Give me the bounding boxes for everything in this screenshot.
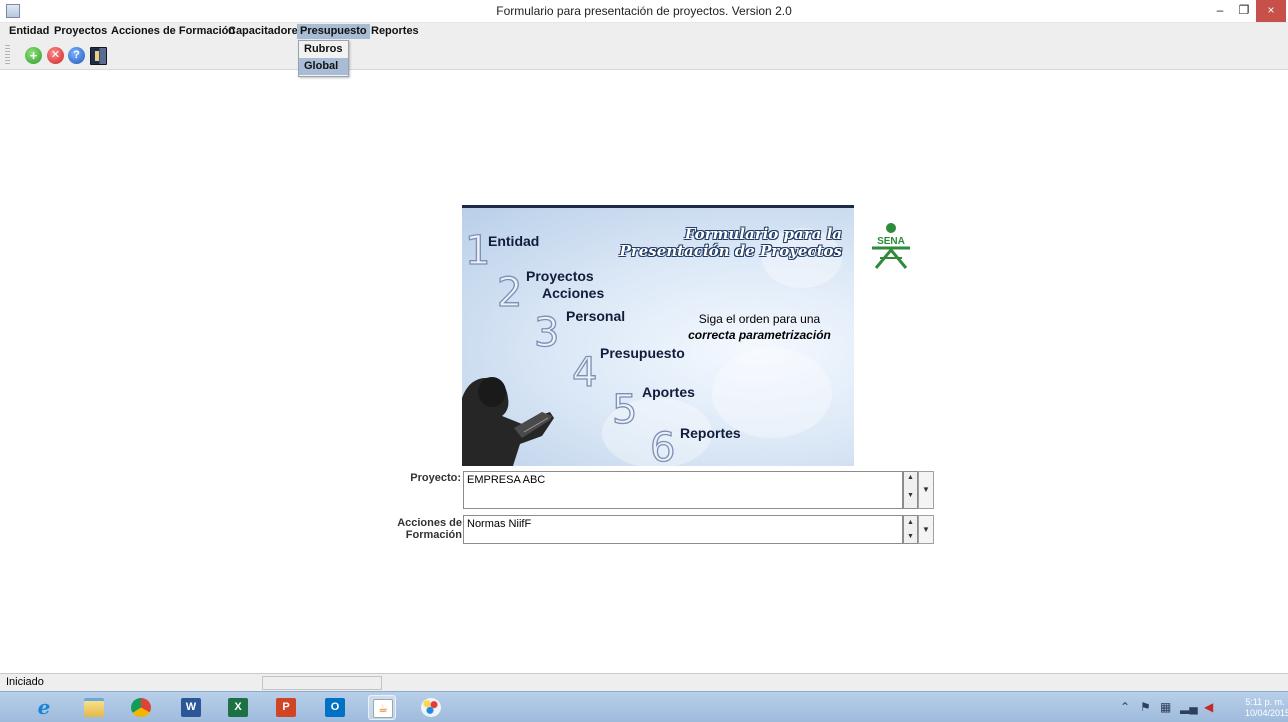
- step-label-reportes: Reportes: [680, 425, 741, 441]
- maximize-button[interactable]: ❐: [1232, 0, 1256, 22]
- signal-icon[interactable]: ▂▄: [1180, 700, 1198, 714]
- sena-logo: SENA: [872, 223, 910, 269]
- title-bar: Formulario para presentación de proyecto…: [0, 0, 1288, 23]
- paint-icon[interactable]: [417, 695, 445, 720]
- welcome-banner: Formulario para la Presentación de Proye…: [462, 205, 854, 466]
- clock-date: 10/04/2015: [1245, 708, 1288, 718]
- exit-door-icon[interactable]: [90, 47, 107, 65]
- step-label-proyectos: Proyectos: [526, 268, 594, 284]
- toolbar-grip[interactable]: [5, 45, 10, 65]
- banner-title-line2: Presentación de Proyectos: [619, 242, 842, 260]
- powerpoint-icon[interactable]: P: [272, 695, 300, 720]
- step-label-aportes: Aportes: [642, 384, 695, 400]
- menu-presupuesto[interactable]: Presupuesto: [297, 24, 370, 39]
- banner-instructions: Siga el orden para una correcta parametr…: [672, 311, 847, 343]
- menu-item-global[interactable]: Global: [299, 58, 348, 75]
- menu-capacitadores[interactable]: Capacitadores: [225, 24, 307, 39]
- delete-icon[interactable]: ✕: [47, 47, 64, 64]
- menu-reportes[interactable]: Reportes: [368, 24, 422, 39]
- status-bar: Iniciado: [0, 673, 1288, 691]
- window-title: Formulario para presentación de proyecto…: [496, 4, 792, 18]
- menu-entidad[interactable]: Entidad: [6, 24, 52, 39]
- step-number-1: 1: [464, 228, 491, 274]
- status-cell-empty: [262, 676, 382, 690]
- scroll-down-icon[interactable]: ▼: [904, 490, 917, 508]
- step-number-3: 3: [533, 310, 560, 356]
- banner-title: Formulario para la Presentación de Proye…: [612, 226, 842, 260]
- proyecto-label: Proyecto:: [410, 472, 461, 484]
- step-number-5: 5: [611, 387, 638, 433]
- acciones-dropdown-button[interactable]: ▼: [918, 515, 934, 544]
- proyecto-field[interactable]: EMPRESA ABC: [463, 471, 903, 509]
- internet-explorer-icon[interactable]: e: [30, 695, 58, 720]
- step-number-6: 6: [649, 425, 676, 466]
- acciones-scrollbar[interactable]: ▲ ▼: [903, 515, 918, 544]
- step-label-acciones: Acciones: [542, 285, 605, 301]
- step-label-presupuesto: Presupuesto: [600, 345, 685, 361]
- step-number-2: 2: [496, 270, 523, 316]
- java-icon[interactable]: ☕: [368, 695, 396, 720]
- person-with-laptop-image: [462, 377, 554, 466]
- menu-item-rubros[interactable]: Rubros: [299, 41, 348, 58]
- step-number-4: 4: [571, 350, 598, 396]
- show-hidden-icons-icon[interactable]: ⌃: [1120, 700, 1130, 714]
- scroll-down-icon[interactable]: ▼: [904, 530, 917, 544]
- status-text: Iniciado: [6, 676, 44, 688]
- word-icon[interactable]: W: [177, 695, 205, 720]
- banner-title-line1: Formulario para la: [684, 225, 842, 243]
- chrome-icon[interactable]: [127, 695, 155, 720]
- volume-muted-icon[interactable]: ◀: [1204, 700, 1213, 714]
- scroll-up-icon[interactable]: ▲: [904, 472, 917, 490]
- proyecto-scrollbar[interactable]: ▲ ▼: [903, 471, 918, 509]
- clock-time: 5:11 p. m.: [1245, 697, 1285, 707]
- sena-logo-text: SENA: [877, 236, 905, 247]
- acciones-formacion-label: Acciones de Formación: [397, 517, 462, 541]
- scroll-up-icon[interactable]: ▲: [904, 516, 917, 530]
- close-button[interactable]: ×: [1256, 0, 1286, 22]
- step-label-personal: Personal: [566, 308, 626, 324]
- toolbar: + ✕ ?: [0, 40, 1288, 70]
- file-explorer-icon[interactable]: [80, 695, 108, 720]
- network-icon[interactable]: ▦: [1160, 700, 1171, 714]
- excel-icon[interactable]: X: [224, 695, 252, 720]
- note-line1: Siga el orden para una: [698, 312, 821, 326]
- acciones-formacion-field[interactable]: Normas NiifF: [463, 515, 903, 544]
- action-center-flag-icon[interactable]: ⚑: [1140, 700, 1151, 714]
- minimize-button[interactable]: –: [1208, 0, 1232, 22]
- step-label-entidad: Entidad: [488, 233, 540, 249]
- outlook-icon[interactable]: O: [321, 695, 349, 720]
- add-icon[interactable]: +: [25, 47, 42, 64]
- windows-taskbar: e W X P O ☕ ⌃ ⚑ ▦ ▂▄ ◀ 5:11 p. m. 10/04/…: [0, 691, 1288, 722]
- help-icon[interactable]: ?: [68, 47, 85, 64]
- note-line2: correcta parametrización: [688, 328, 831, 342]
- proyecto-dropdown-button[interactable]: ▼: [918, 471, 934, 509]
- menu-proyectos[interactable]: Proyectos: [51, 24, 110, 39]
- presupuesto-dropdown: Rubros Global: [298, 40, 349, 77]
- menu-bar: Entidad Proyectos Acciones de Formación …: [0, 23, 1288, 40]
- system-clock[interactable]: 5:11 p. m. 10/04/2015: [1245, 697, 1288, 719]
- menu-acciones-formacion[interactable]: Acciones de Formación: [108, 24, 238, 39]
